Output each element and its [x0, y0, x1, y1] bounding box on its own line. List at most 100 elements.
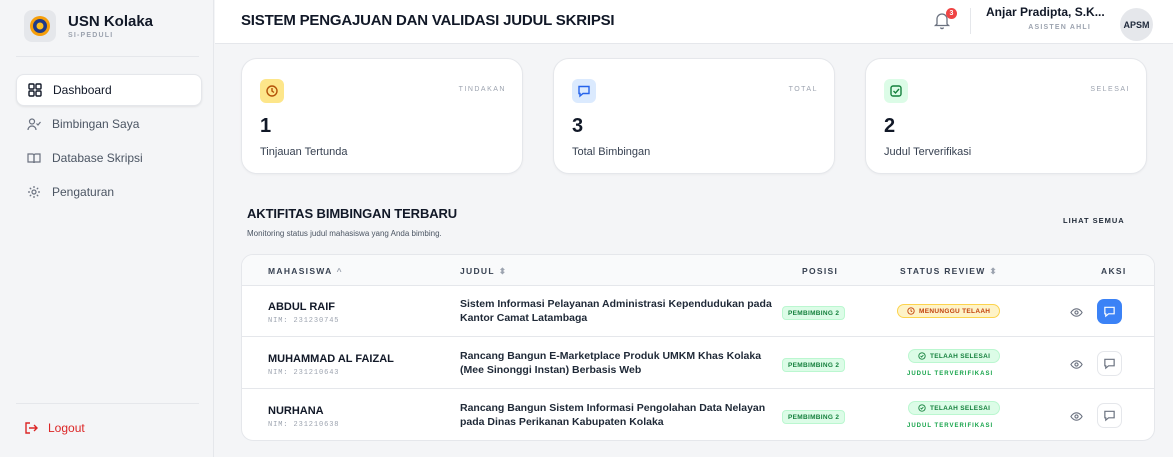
column-label: POSISI	[802, 266, 839, 276]
view-button[interactable]	[1069, 305, 1083, 319]
stat-label: Total Bimbingan	[572, 146, 651, 158]
sort-icon: ⬍	[498, 266, 508, 276]
table-row: NURHANA NIM: 231210638 Rancang Bangun Si…	[242, 390, 1154, 440]
eye-icon	[1069, 359, 1083, 369]
chat-icon	[572, 79, 596, 103]
stat-card-pending: TINDAKAN 1 Tinjauan Tertunda	[241, 58, 523, 174]
see-all-link[interactable]: LIHAT SEMUA	[1063, 216, 1125, 225]
student-nim: NIM: 231210643	[268, 369, 340, 377]
sort-asc-icon: ^	[336, 266, 343, 276]
thesis-title: Sistem Informasi Pelayanan Administrasi …	[460, 298, 772, 324]
sidebar-item-label: Dashboard	[53, 83, 112, 97]
divider	[16, 56, 199, 57]
chat-icon	[1104, 358, 1115, 370]
table-row: ABDUL RAIF NIM: 231230745 Sistem Informa…	[242, 286, 1154, 337]
stat-value: 2	[884, 115, 896, 137]
stat-card-total: TOTAL 3 Total Bimbingan	[553, 58, 835, 174]
stat-tag: SELESAI	[1090, 86, 1130, 93]
check-circle-icon	[918, 352, 926, 360]
view-button[interactable]	[1069, 409, 1083, 423]
column-header-aksi: AKSI	[1101, 266, 1127, 276]
notification-badge: 3	[946, 8, 957, 19]
sidebar-item-dashboard[interactable]: Dashboard	[16, 74, 202, 106]
verified-label: JUDUL TERVERIFIKASI	[907, 371, 994, 377]
chat-icon	[1104, 410, 1115, 422]
view-button[interactable]	[1069, 357, 1083, 371]
table-header: MAHASISWA ^ JUDUL ⬍ POSISI STATUS REVIEW ⬍ …	[242, 255, 1154, 286]
eye-icon	[1069, 411, 1083, 421]
logout-label: Logout	[48, 421, 85, 435]
sort-icon: ⬍	[989, 266, 998, 276]
sidebar-nav: Dashboard Bimbingan Saya Database Skrips…	[16, 74, 202, 210]
sidebar-item-label: Pengaturan	[52, 185, 115, 199]
activity-title: AKTIFITAS BIMBINGAN TERBARU	[247, 206, 458, 221]
stat-value: 3	[572, 115, 584, 137]
status-label: TELAAH SELESAI	[930, 404, 991, 412]
eye-icon	[1069, 307, 1083, 317]
check-circle-icon	[918, 404, 926, 412]
stat-tag: TINDAKAN	[458, 86, 506, 93]
top-header: SISTEM PENGAJUAN DAN VALIDASI JUDUL SKRI…	[215, 0, 1173, 44]
dashboard-icon	[27, 82, 43, 98]
gear-icon	[26, 184, 42, 200]
users-icon	[26, 116, 42, 132]
sidebar-item-bimbingan[interactable]: Bimbingan Saya	[16, 108, 202, 140]
stat-tag: TOTAL	[788, 86, 818, 93]
student-nim: NIM: 231230745	[268, 317, 340, 325]
review-button[interactable]	[1097, 351, 1122, 376]
clock-icon	[907, 307, 915, 315]
student-nim: NIM: 231210638	[268, 421, 340, 429]
avatar[interactable]: APSM	[1120, 8, 1153, 41]
position-badge: PEMBIMBING 2	[782, 306, 846, 320]
student-name: NURHANA	[268, 405, 324, 417]
column-header-mahasiswa[interactable]: MAHASISWA ^	[268, 266, 343, 276]
sidebar: USN Kolaka SI-PEDULI Dashboard Bimbingan…	[0, 0, 214, 457]
university-logo	[24, 10, 56, 42]
activity-table: MAHASISWA ^ JUDUL ⬍ POSISI STATUS REVIEW ⬍ …	[241, 254, 1155, 441]
stat-card-verified: SELESAI 2 Judul Terverifikasi	[865, 58, 1147, 174]
column-header-status[interactable]: STATUS REVIEW ⬍	[900, 266, 998, 277]
sidebar-item-database[interactable]: Database Skripsi	[16, 142, 202, 174]
notification-button[interactable]: 3	[931, 8, 957, 35]
review-button[interactable]	[1097, 299, 1122, 324]
sidebar-item-label: Database Skripsi	[52, 151, 143, 165]
position-badge: PEMBIMBING 2	[782, 410, 846, 424]
student-name: ABDUL RAIF	[268, 301, 336, 313]
brand-name: USN Kolaka	[68, 13, 154, 30]
column-label: AKSI	[1101, 266, 1127, 276]
verified-label: JUDUL TERVERIFIKASI	[907, 423, 994, 429]
table-row: MUHAMMAD AL FAIZAL NIM: 231210643 Rancan…	[242, 338, 1154, 389]
clock-icon	[260, 79, 284, 103]
stat-label: Tinjauan Tertunda	[260, 146, 348, 158]
page-title: SISTEM PENGAJUAN DAN VALIDASI JUDUL SKRI…	[241, 12, 615, 29]
user-role: ASISTEN AHLI	[1028, 24, 1091, 31]
student-name: MUHAMMAD AL FAIZAL	[268, 353, 394, 365]
logout-icon	[24, 421, 38, 435]
thesis-title: Rancang Bangun Sistem Informasi Pengolah…	[460, 402, 766, 428]
chat-icon	[1104, 306, 1115, 318]
stat-label: Judul Terverifikasi	[884, 146, 972, 158]
position-badge: PEMBIMBING 2	[782, 358, 846, 372]
sidebar-item-label: Bimbingan Saya	[52, 117, 140, 131]
status-badge: TELAAH SELESAI	[908, 401, 1001, 415]
logout-button[interactable]: Logout	[24, 421, 85, 435]
column-label: JUDUL	[460, 266, 495, 276]
thesis-title: Rancang Bangun E-Marketplace Produk UMKM…	[460, 350, 762, 376]
divider	[16, 403, 199, 404]
column-header-posisi: POSISI	[802, 266, 838, 276]
user-name: Anjar Pradipta, S.K...	[986, 5, 1105, 19]
book-icon	[26, 150, 42, 166]
status-badge: MENUNGGU TELAAH	[897, 304, 1001, 318]
column-label: MAHASISWA	[268, 266, 333, 276]
stat-value: 1	[260, 115, 272, 137]
column-header-judul[interactable]: JUDUL ⬍	[460, 266, 507, 277]
review-button[interactable]	[1097, 403, 1122, 428]
bell-icon	[931, 13, 953, 35]
status-label: TELAAH SELESAI	[930, 352, 991, 360]
status-badge: TELAAH SELESAI	[908, 349, 1001, 363]
sidebar-item-pengaturan[interactable]: Pengaturan	[16, 176, 202, 208]
column-label: STATUS REVIEW	[900, 266, 986, 276]
brand[interactable]: USN Kolaka SI-PEDULI	[24, 10, 153, 42]
checkbox-icon	[884, 79, 908, 103]
status-label: MENUNGGU TELAAH	[919, 307, 991, 315]
